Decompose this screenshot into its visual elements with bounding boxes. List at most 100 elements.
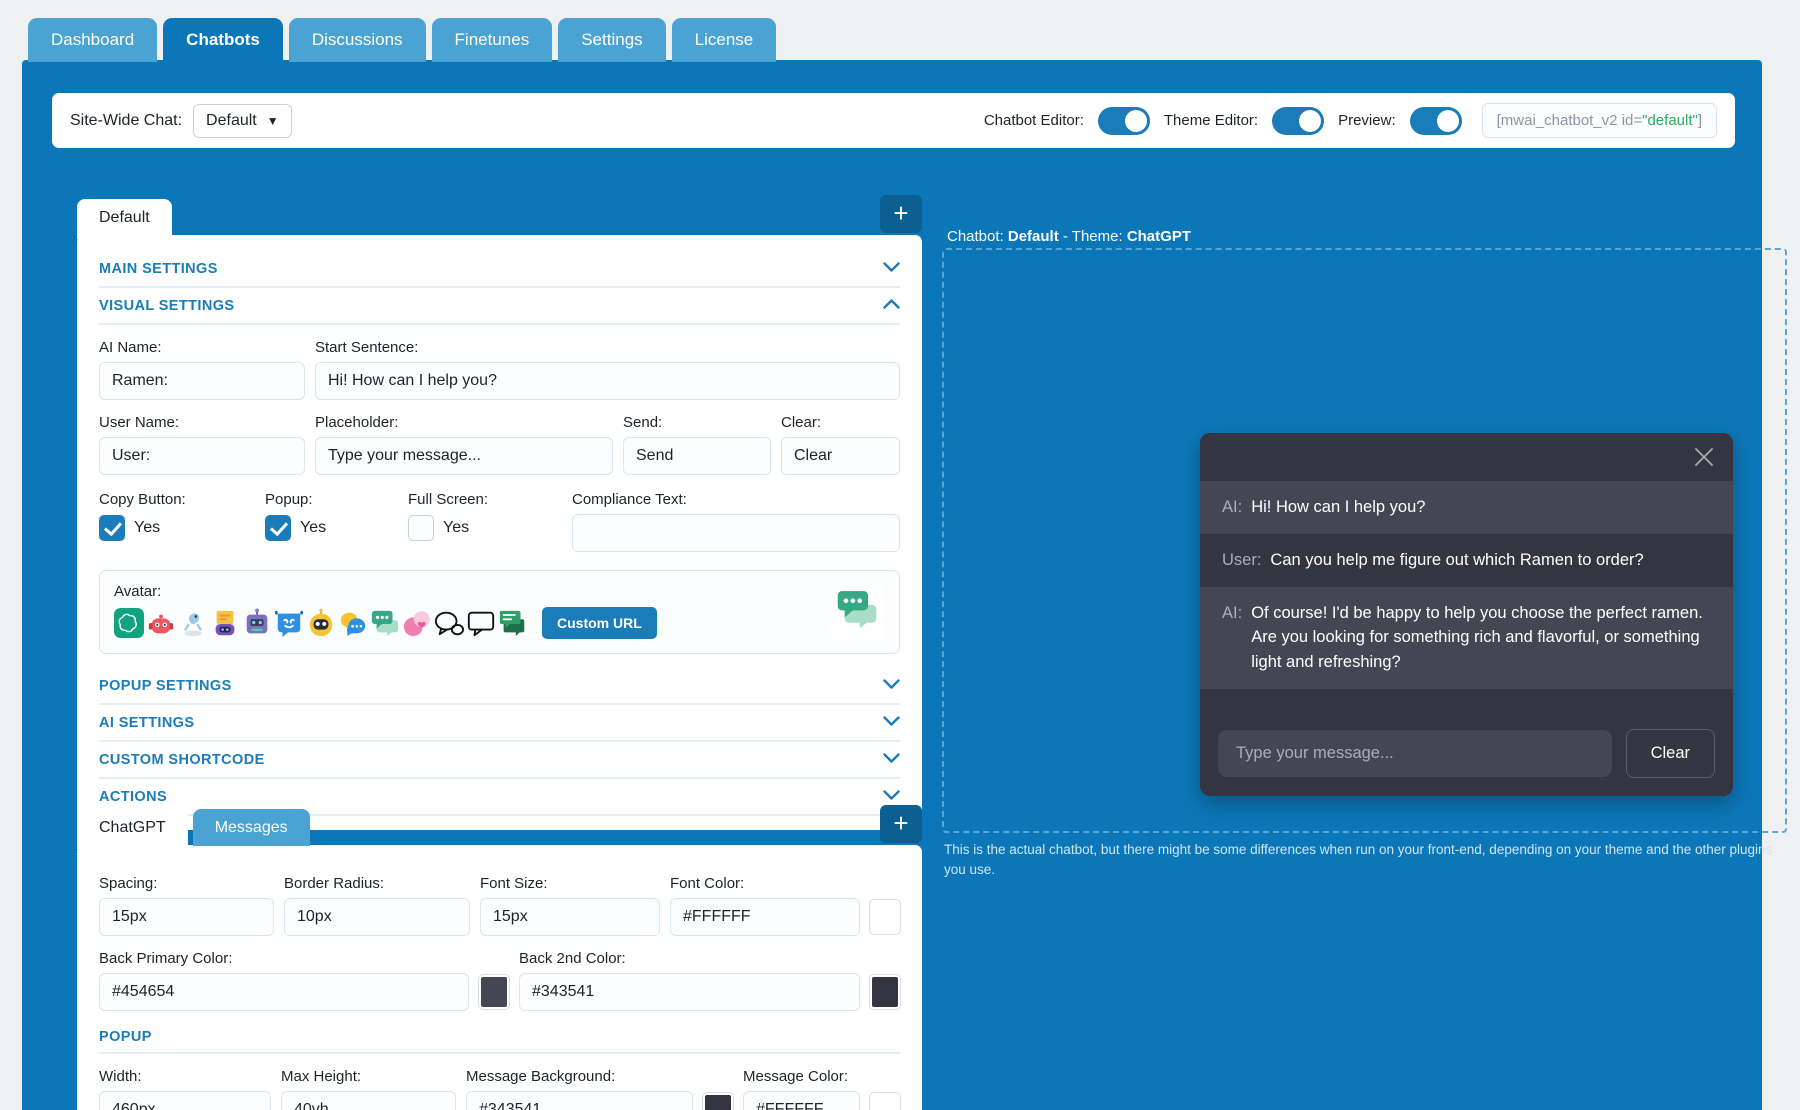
theme-row-popup: Width: 460px Max Height: 40vh Message Ba…: [99, 1068, 900, 1110]
font-color-swatch[interactable]: [870, 900, 900, 934]
avatar-chooser: Avatar:: [114, 583, 829, 639]
avatar-icon-list: Custom URL: [114, 607, 829, 639]
section-popup-settings[interactable]: POPUP SETTINGS: [99, 668, 900, 705]
chatbot-settings-panel: Default + MAIN SETTINGS VISUAL SETTINGS: [77, 235, 922, 830]
font-size-input[interactable]: 15px: [480, 898, 660, 936]
compliance-text-input[interactable]: [572, 514, 900, 552]
sitewide-chat-select[interactable]: Default ▼: [193, 104, 292, 138]
theme-panel-tabs: ChatGPT Messages: [77, 809, 310, 846]
green-chat-dots-icon[interactable]: [370, 608, 400, 638]
chatbot-editor-toggle[interactable]: [1098, 107, 1150, 135]
message-color-input[interactable]: #FFFFFF: [743, 1091, 860, 1110]
red-robot-head-icon[interactable]: [146, 608, 176, 638]
add-theme-button[interactable]: +: [880, 805, 922, 843]
add-chatbot-button[interactable]: +: [880, 195, 922, 233]
send-input[interactable]: Send: [623, 437, 771, 475]
back-primary-color-field: Back Primary Color: #454654: [99, 950, 469, 1011]
popup-checkbox[interactable]: [265, 515, 291, 541]
font-color-label: Font Color:: [670, 875, 860, 892]
full-screen-checkbox[interactable]: [408, 515, 434, 541]
message-author: AI:: [1222, 601, 1242, 675]
compliance-text-field: Compliance Text:: [572, 491, 900, 552]
chatbot-preview-window: AI: Hi! How can I help you? User: Can yo…: [1200, 433, 1733, 796]
popup-max-height-input[interactable]: 40vh: [281, 1091, 456, 1110]
toggle-knob: [1437, 110, 1459, 132]
custom-url-button[interactable]: Custom URL: [542, 607, 657, 639]
chevron-down-icon: [883, 788, 900, 805]
shortcode-id: "default": [1642, 112, 1698, 129]
message-author: AI:: [1222, 495, 1242, 520]
chat-message-input[interactable]: Type your message...: [1218, 730, 1612, 777]
placeholder-input[interactable]: Type your message...: [315, 437, 613, 475]
close-icon[interactable]: [1693, 446, 1715, 468]
section-custom-shortcode[interactable]: CUSTOM SHORTCODE: [99, 742, 900, 779]
popup-width-input[interactable]: 460px: [99, 1091, 271, 1110]
chat-message: AI: Of course! I'd be happy to help you …: [1200, 587, 1733, 689]
ai-name-label: AI Name:: [99, 339, 305, 356]
app-root: Dashboard Chatbots Discussions Finetunes…: [0, 0, 1800, 1110]
openai-logo-icon[interactable]: [114, 608, 144, 638]
placeholder-field: Placeholder: Type your message...: [315, 414, 613, 475]
spacing-input[interactable]: 15px: [99, 898, 274, 936]
green-message-lines-icon[interactable]: [498, 608, 528, 638]
outline-chat-bubble-icon[interactable]: [466, 608, 496, 638]
popup-subheading: POPUP: [99, 1029, 900, 1054]
sitewide-chat-label: Site-Wide Chat:: [70, 112, 182, 130]
theme-row-basic: Spacing: 15px Border Radius: 10px Font S…: [99, 875, 900, 936]
back-primary-color-swatch[interactable]: [479, 975, 509, 1009]
back-2nd-color-input[interactable]: #343541: [519, 973, 860, 1011]
yellow-robot-face-icon[interactable]: [306, 608, 336, 638]
purple-robot-tablet-icon[interactable]: [210, 608, 240, 638]
back-2nd-color-swatch[interactable]: [870, 975, 900, 1009]
tab-dashboard[interactable]: Dashboard: [28, 18, 157, 62]
chatbot-panel-tabs: Default: [77, 199, 172, 236]
blue-speech-bubble-icon[interactable]: [338, 608, 368, 638]
chevron-down-icon: [883, 260, 900, 277]
send-field: Send: Send: [623, 414, 771, 475]
copy-button-yes-label: Yes: [134, 519, 160, 537]
section-visual-settings[interactable]: VISUAL SETTINGS: [99, 288, 900, 325]
tab-chatbots[interactable]: Chatbots: [163, 18, 283, 66]
start-sentence-input[interactable]: Hi! How can I help you?: [315, 362, 900, 400]
placeholder-label: Placeholder:: [315, 414, 613, 431]
copy-button-checkbox[interactable]: [99, 515, 125, 541]
theme-tab-messages[interactable]: Messages: [193, 809, 310, 846]
clear-label: Clear:: [781, 414, 900, 431]
ai-name-input[interactable]: Ramen:: [99, 362, 305, 400]
chatbot-editor-label: Chatbot Editor:: [984, 112, 1084, 129]
back-primary-color-input[interactable]: #454654: [99, 973, 469, 1011]
shortcode-field[interactable]: [mwai_chatbot_v2 id="default"]: [1482, 103, 1717, 138]
font-color-input[interactable]: #FFFFFF: [670, 898, 860, 936]
tab-discussions[interactable]: Discussions: [289, 18, 426, 62]
preview-toggle[interactable]: [1410, 107, 1462, 135]
clear-input[interactable]: Clear: [781, 437, 900, 475]
message-background-input[interactable]: #343541: [466, 1091, 693, 1110]
avatar-section: Avatar:: [99, 570, 900, 654]
chat-message: User: Can you help me figure out which R…: [1200, 534, 1733, 587]
blue-robot-icon[interactable]: [274, 608, 304, 638]
chatbot-input-bar: Type your message... Clear: [1200, 715, 1733, 796]
pink-heart-bubble-icon[interactable]: [402, 608, 432, 638]
section-ai-settings[interactable]: AI SETTINGS: [99, 705, 900, 742]
chatbot-tab-default[interactable]: Default: [77, 199, 172, 239]
message-color-swatch[interactable]: [870, 1093, 900, 1110]
theme-editor-toggle[interactable]: [1272, 107, 1324, 135]
preview-label: Preview:: [1338, 112, 1396, 129]
selected-avatar-preview: [829, 583, 885, 639]
user-name-input[interactable]: User:: [99, 437, 305, 475]
tab-finetunes[interactable]: Finetunes: [432, 18, 553, 62]
purple-robot-icon[interactable]: [242, 608, 272, 638]
border-radius-input[interactable]: 10px: [284, 898, 470, 936]
outline-speech-bubbles-icon[interactable]: [434, 608, 464, 638]
section-title: VISUAL SETTINGS: [99, 298, 234, 314]
tab-settings[interactable]: Settings: [558, 18, 665, 62]
tab-license[interactable]: License: [672, 18, 777, 62]
theme-tab-chatgpt[interactable]: ChatGPT: [77, 809, 188, 849]
chat-clear-button[interactable]: Clear: [1626, 729, 1715, 778]
section-title: ACTIONS: [99, 789, 167, 805]
message-background-swatch[interactable]: [703, 1093, 733, 1110]
bird-robot-icon[interactable]: [178, 608, 208, 638]
section-main-settings[interactable]: MAIN SETTINGS: [99, 251, 900, 288]
spacing-field: Spacing: 15px: [99, 875, 274, 936]
start-sentence-field: Start Sentence: Hi! How can I help you?: [315, 339, 900, 400]
